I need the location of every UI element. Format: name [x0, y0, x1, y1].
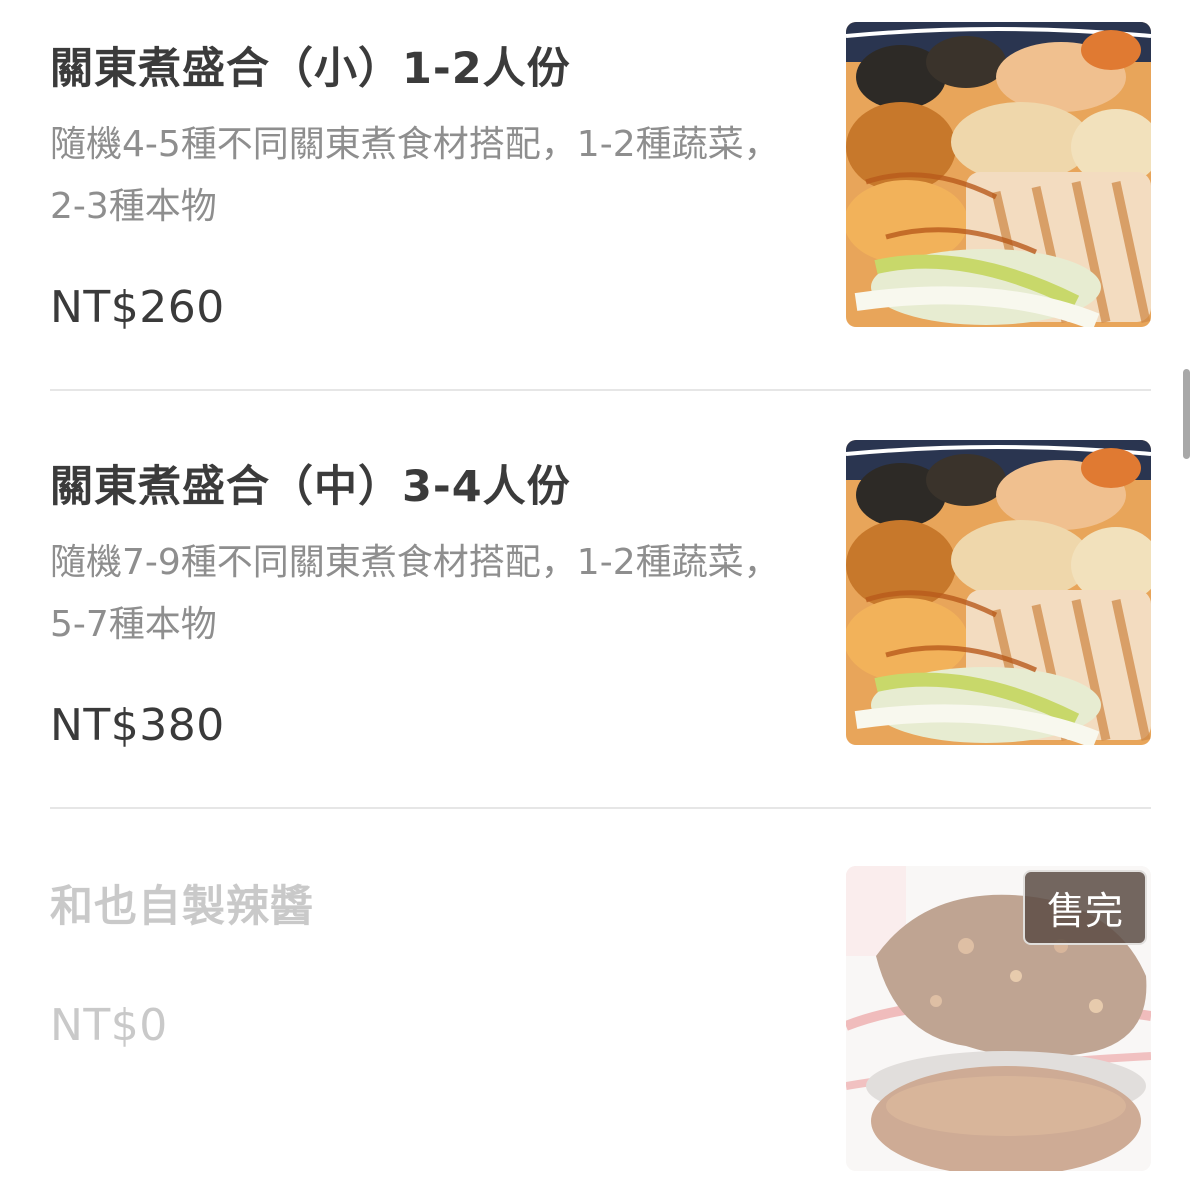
menu-item-oden-medium[interactable]: 關東煮盛合（中）3-4人份 隨機7-9種不同關東煮食材搭配，1-2種蔬菜，5-7…	[50, 418, 1151, 808]
item-price: NT$0	[50, 1000, 168, 1051]
item-title: 和也自製辣醬	[50, 882, 314, 932]
menu-item-chili-sauce[interactable]: 和也自製辣醬 NT$0 售完	[50, 838, 1151, 1200]
oden-bowl-photo[interactable]	[846, 22, 1151, 327]
item-price: NT$260	[50, 282, 225, 333]
divider	[50, 807, 1151, 809]
scrollbar-thumb[interactable]	[1183, 369, 1190, 459]
oden-bowl-image	[846, 440, 1151, 745]
item-title: 關東煮盛合（小）1-2人份	[50, 44, 571, 94]
oden-bowl-photo[interactable]	[846, 440, 1151, 745]
item-price: NT$380	[50, 700, 225, 751]
menu-item-oden-small[interactable]: 關東煮盛合（小）1-2人份 隨機4-5種不同關東煮食材搭配，1-2種蔬菜，2-3…	[50, 0, 1151, 390]
divider	[50, 389, 1151, 391]
menu-list: 關東煮盛合（小）1-2人份 隨機4-5種不同關東煮食材搭配，1-2種蔬菜，2-3…	[0, 0, 1200, 1200]
sold-out-badge: 售完	[1022, 870, 1147, 945]
chili-sauce-photo[interactable]: 售完	[846, 866, 1151, 1171]
item-description: 隨機7-9種不同關東煮食材搭配，1-2種蔬菜，5-7種本物	[50, 542, 780, 645]
item-title: 關東煮盛合（中）3-4人份	[50, 462, 571, 512]
oden-bowl-image	[846, 22, 1151, 327]
item-description: 隨機4-5種不同關東煮食材搭配，1-2種蔬菜，2-3種本物	[50, 124, 780, 227]
